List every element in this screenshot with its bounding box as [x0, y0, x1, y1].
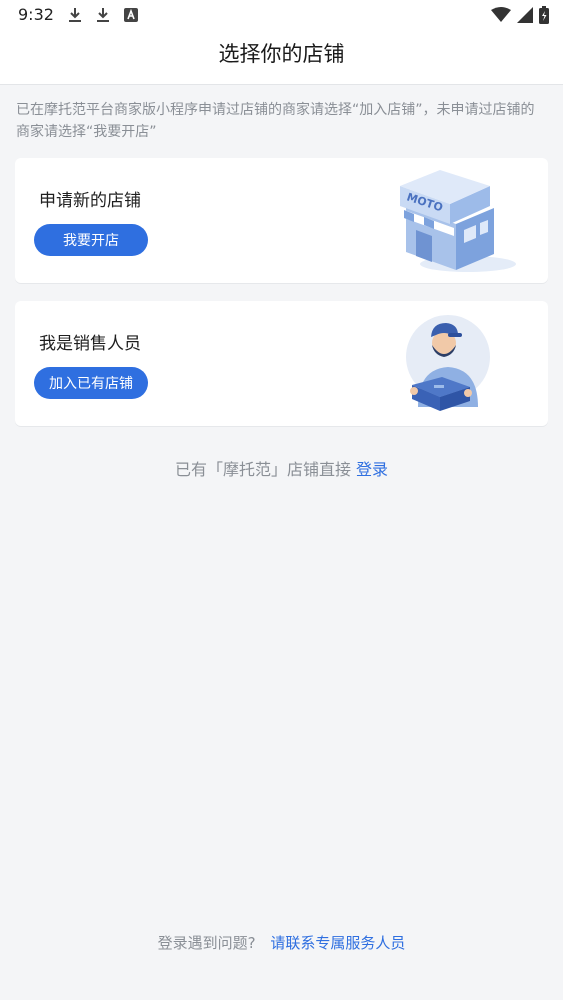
page-title: 选择你的店铺 [218, 42, 345, 66]
login-link[interactable]: 登录 [356, 460, 388, 479]
status-right-icons [491, 6, 549, 24]
login-prompt: 已有「摩托范」店铺直接 登录 [0, 456, 563, 480]
keyboard-a-icon [124, 8, 138, 22]
join-shop-button[interactable]: 加入已有店铺 [34, 367, 148, 399]
sales-staff-card[interactable]: 我是销售人员 加入已有店铺 [15, 301, 548, 426]
contact-service-link[interactable]: 请联系专属服务人员 [270, 934, 405, 952]
info-text: 已在摩托范平台商家版小程序申请过店铺的商家请选择“加入店铺”，未申请过店铺的商家… [16, 102, 535, 140]
help-prompt-text: 登录遇到问题? [157, 934, 256, 952]
login-prompt-text: 已有「摩托范」店铺直接 [174, 460, 351, 479]
status-time: 9:32 [18, 5, 54, 24]
download-icon [69, 8, 81, 22]
status-left-icons [66, 6, 140, 24]
salesperson-illustration [406, 315, 490, 411]
card-title: 申请新的店铺 [39, 191, 141, 211]
wifi-icon [491, 7, 511, 22]
battery-charging-icon [539, 6, 549, 24]
download-icon [97, 8, 109, 22]
status-bar: 9:32 [0, 0, 563, 30]
signal-icon [517, 7, 533, 23]
help-prompt: 登录遇到问题? 请联系专属服务人员 [0, 932, 563, 953]
apply-new-shop-card[interactable]: 申请新的店铺 我要开店 MOTO [15, 158, 548, 283]
card-title: 我是销售人员 [39, 334, 141, 354]
shop-illustration: MOTO [400, 170, 516, 272]
header: 选择你的店铺 [0, 30, 563, 85]
open-shop-button[interactable]: 我要开店 [34, 224, 148, 256]
